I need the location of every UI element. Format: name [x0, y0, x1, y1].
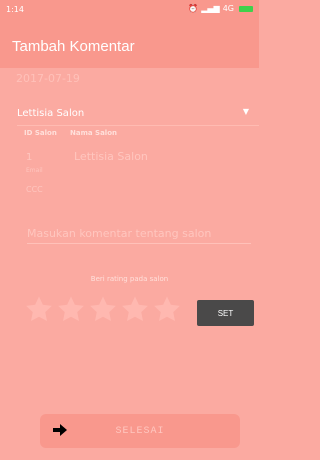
network-label: 4G — [222, 4, 234, 13]
page-title: Tambah Komentar — [12, 38, 135, 55]
salon-dropdown[interactable]: Lettisia Salon ▼ — [0, 105, 259, 127]
star-icon[interactable] — [152, 294, 182, 324]
set-rating-button[interactable]: SET — [197, 300, 254, 326]
finish-button-label: SELESAI — [115, 425, 165, 437]
app-bar: Tambah Komentar — [0, 20, 259, 68]
star-icon[interactable] — [120, 294, 150, 324]
dropdown-arrow-icon: ▼ — [242, 107, 249, 116]
dropdown-underline — [17, 125, 259, 126]
status-icons: ⏰ ▂▄▆ 4G — [188, 4, 253, 13]
finish-button[interactable]: SELESAI — [40, 414, 240, 448]
star-icon[interactable] — [56, 294, 86, 324]
star-icon[interactable] — [88, 294, 118, 324]
email-value: CCC — [26, 185, 43, 194]
email-label: Email — [26, 167, 43, 174]
salon-dropdown-value: Lettisia Salon — [17, 108, 85, 119]
status-time: 1:14 — [6, 5, 24, 14]
comment-input[interactable] — [27, 223, 251, 244]
signal-icon: ▂▄▆ — [201, 4, 220, 13]
id-salon-header: ID Salon — [24, 129, 57, 137]
rating-stars[interactable] — [24, 294, 182, 324]
comment-date: 2017-07-19 — [16, 72, 80, 85]
star-icon[interactable] — [24, 294, 54, 324]
nama-salon-header: Nama Salon — [70, 129, 117, 137]
battery-icon — [239, 5, 253, 12]
nama-salon-value: Lettisia Salon — [74, 150, 148, 163]
status-bar: 1:14 ⏰ ▂▄▆ 4G — [0, 0, 259, 20]
id-salon-value: 1 — [26, 152, 33, 163]
rating-label: Beri rating pada salon — [90, 275, 169, 283]
alarm-icon: ⏰ — [188, 4, 199, 13]
